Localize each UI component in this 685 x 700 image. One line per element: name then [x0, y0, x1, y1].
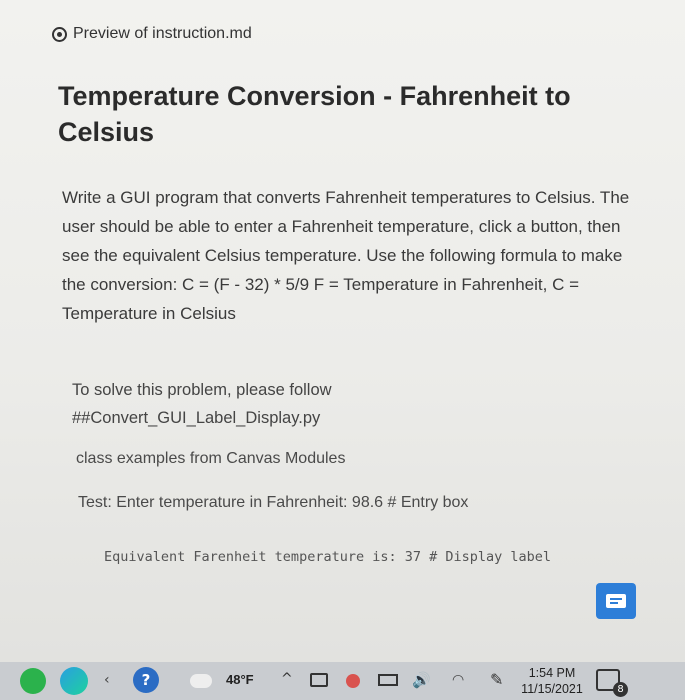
help-icon[interactable]: ?: [133, 667, 159, 693]
weather-temperature[interactable]: 48°F: [226, 672, 254, 687]
test-text: Test: Enter temperature in Fahrenheit: 9…: [78, 494, 469, 511]
tray-app-icon[interactable]: [310, 673, 328, 687]
wifi-icon[interactable]: ◠: [452, 672, 464, 688]
eye-icon: [52, 26, 67, 42]
solve-line-2: ##Convert_GUI_Label_Display.py: [72, 409, 321, 427]
intro-paragraph: Write a GUI program that converts Fahren…: [62, 188, 630, 323]
class-examples-text: class examples from Canvas Modules: [76, 450, 346, 467]
clock-time: 1:54 PM: [528, 666, 576, 680]
cortana-icon[interactable]: [20, 668, 46, 694]
feedback-button[interactable]: [596, 583, 636, 619]
feedback-icon: [606, 594, 626, 608]
clock-date: 11/15/2021: [521, 682, 583, 696]
volume-icon[interactable]: 🔊: [412, 671, 431, 689]
preview-tab[interactable]: Preview of instruction.md: [52, 22, 252, 46]
preview-window: Preview of instruction.md Temperature Co…: [0, 0, 685, 662]
code-block: Equivalent Farenheit temperature is: 37 …: [104, 549, 552, 565]
clock[interactable]: 1:54 PM 11/15/2021: [517, 665, 587, 697]
chevron-up-icon[interactable]: ‹: [104, 672, 110, 688]
preview-tab-title: Preview of instruction.md: [73, 25, 252, 42]
tray-app-icon-2[interactable]: [346, 674, 360, 688]
solve-line-1: To solve this problem, please follow: [72, 381, 332, 399]
notification-badge: 8: [613, 682, 628, 697]
document-heading: Temperature Conversion - Fahrenheit to C…: [58, 81, 571, 147]
pen-icon[interactable]: ✎: [490, 670, 503, 689]
network-icon[interactable]: [378, 674, 398, 686]
tray-chevron-icon[interactable]: ^: [281, 671, 293, 687]
solve-paragraph: To solve this problem, please follow ##C…: [72, 376, 472, 432]
weather-icon[interactable]: [190, 674, 212, 688]
edge-icon[interactable]: [60, 667, 88, 695]
